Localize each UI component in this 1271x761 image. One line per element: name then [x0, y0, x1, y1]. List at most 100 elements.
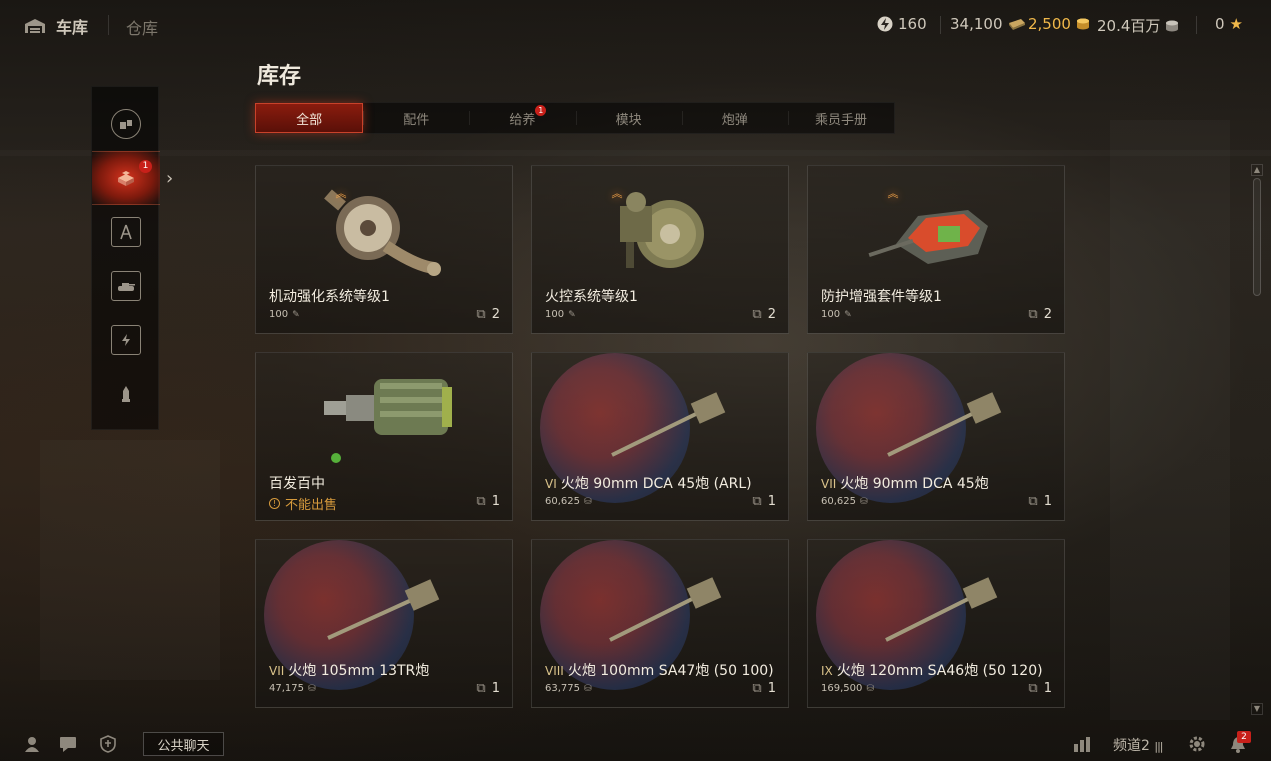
inventory-card[interactable]: VII 火炮 105mm 13TR炮 47,175 ⛁ ⧉ 1 — [255, 539, 513, 708]
tab-badge: 1 — [535, 105, 547, 116]
item-name: 防护增强套件等级1 — [821, 289, 942, 305]
inventory-card[interactable]: ︽ 防护增强套件等级1 100 ✎ ⧉ 2 — [807, 165, 1065, 334]
inventory-card[interactable]: VII 火炮 90mm DCA 45炮 60,625 ⛁ ⧉ 1 — [807, 352, 1065, 521]
nav-depot[interactable]: 仓库 — [126, 15, 158, 39]
tab-all[interactable]: 全部 — [255, 103, 364, 133]
chat-icon[interactable] — [59, 735, 77, 753]
stack-icon: ⧉ — [752, 681, 762, 696]
inventory-card[interactable]: ︽ 机动强化系统等级1 100 ✎ ⧉ 2 — [255, 165, 513, 334]
scroll-up-button[interactable]: ▲ — [1251, 164, 1263, 176]
item-image: ︽ — [808, 166, 1064, 296]
item-image — [256, 540, 512, 690]
item-image — [808, 353, 1064, 503]
stars[interactable]: 0 ★ — [1215, 15, 1243, 33]
inventory-crate-icon — [111, 163, 141, 193]
gun-icon — [327, 579, 440, 640]
tab-label: 全部 — [296, 112, 323, 128]
stack-icon: ⧉ — [1028, 494, 1038, 509]
item-price: 100 ✎ — [545, 309, 576, 320]
notification-badge: 2 — [1237, 731, 1251, 743]
item-image: ︽ — [256, 166, 512, 296]
item-price-value: 60,625 — [821, 496, 856, 507]
free-xp-value: 160 — [898, 15, 927, 33]
item-name: VII 火炮 105mm 13TR炮 — [269, 660, 429, 680]
settings-gear-icon[interactable] — [1188, 735, 1206, 753]
stack-icon: ⧉ — [476, 307, 486, 322]
sidebar-item-skills[interactable] — [92, 313, 160, 367]
credits-icon: ⛁ — [584, 496, 592, 507]
public-chat-button[interactable]: 公共聊天 — [143, 732, 224, 756]
sidebar-item-crew[interactable] — [92, 205, 160, 259]
consumables-icon — [111, 109, 141, 139]
item-tier: VI — [545, 477, 557, 491]
gold-value: 2,500 — [1028, 15, 1071, 33]
stats-icon[interactable] — [1073, 735, 1091, 753]
background-beam — [1110, 120, 1230, 720]
server-channel-label: 频道2 — [1113, 738, 1150, 754]
inventory-card[interactable]: 百发百中 ! 不能出售 ⧉ 1 — [255, 352, 513, 521]
clan-shield-icon[interactable] — [99, 735, 117, 753]
stack-icon: ⧉ — [1028, 307, 1038, 322]
top-bar: 车库 仓库 160 34,100 2,500 20.4百万 0 ★ — [0, 0, 1271, 52]
currency-icon: ✎ — [292, 309, 300, 320]
item-count-value: 1 — [1043, 494, 1052, 509]
sidebar-item-vehicles[interactable] — [92, 259, 160, 313]
item-name: 机动强化系统等级1 — [269, 289, 390, 305]
item-name: VI 火炮 90mm DCA 45炮 (ARL) — [545, 473, 752, 493]
turbo-icon — [324, 189, 441, 276]
tab-modules[interactable]: 模块 — [575, 103, 682, 133]
item-name: 百发百中 — [269, 476, 325, 492]
bonds-icon — [1008, 19, 1025, 30]
inventory-card[interactable]: VIII 火炮 100mm SA47炮 (50 100) 63,775 ⛁ ⧉ 1 — [531, 539, 789, 708]
stack-icon: ⧉ — [752, 494, 762, 509]
item-name: 火控系统等级1 — [545, 289, 638, 305]
credits-a[interactable]: 34,100 — [950, 15, 1026, 33]
item-price: 63,775 ⛁ — [545, 683, 592, 694]
item-count-value: 1 — [767, 494, 776, 509]
item-price: 100 ✎ — [821, 309, 852, 320]
credits-b-value: 20.4百万 — [1097, 17, 1161, 35]
inventory-card[interactable]: ︽ 火控系统等级1 100 ✎ ⧉ 2 — [531, 165, 789, 334]
item-price: 60,625 ⛁ — [545, 496, 592, 507]
item-name: VIII 火炮 100mm SA47炮 (50 100) — [545, 660, 774, 680]
tab-shells[interactable]: 炮弹 — [681, 103, 788, 133]
nav-garage[interactable]: 车库 — [24, 14, 88, 38]
sidebar-item-consumables[interactable] — [92, 97, 160, 151]
gold-coin-icon — [1076, 18, 1089, 30]
sidebar: 1 — [91, 86, 160, 430]
sidebar-item-inventory[interactable]: 1 — [92, 151, 160, 205]
scroll-down-button[interactable]: ▼ — [1251, 703, 1263, 715]
stars-value: 0 — [1215, 15, 1225, 33]
currency-icon: ✎ — [844, 309, 852, 320]
tab-label: 给养 — [509, 112, 536, 128]
sidebar-item-shells[interactable] — [92, 367, 160, 421]
item-image — [532, 540, 788, 690]
item-price-value: 47,175 — [269, 683, 304, 694]
item-price: 60,625 ⛁ — [821, 496, 868, 507]
warning-icon: ! — [269, 498, 280, 509]
item-price-value: 169,500 — [821, 683, 863, 694]
item-title: 火炮 90mm DCA 45炮 — [840, 476, 989, 492]
scrollbar-thumb[interactable] — [1253, 178, 1261, 296]
contacts-icon[interactable] — [23, 735, 41, 753]
compass-icon — [111, 217, 141, 247]
item-count: ⧉ 1 — [752, 494, 776, 509]
inventory-card[interactable]: IX 火炮 120mm SA46炮 (50 120) 169,500 ⛁ ⧉ 1 — [807, 539, 1065, 708]
tab-crew-books[interactable]: 乘员手册 — [787, 103, 894, 133]
not-sellable-warning: ! 不能出售 — [269, 494, 337, 513]
stack-icon: ⧉ — [1028, 681, 1038, 696]
item-count: ⧉ 1 — [1028, 494, 1052, 509]
free-xp[interactable]: 160 — [877, 15, 927, 33]
item-title: 火炮 105mm 13TR炮 — [288, 663, 430, 679]
credits-icon: ⛁ — [308, 683, 316, 694]
credits-b[interactable]: 20.4百万 — [1097, 15, 1179, 36]
item-count: ⧉ 1 — [476, 494, 500, 509]
item-image — [532, 353, 788, 503]
sidebar-expand-icon[interactable]: › — [166, 168, 173, 189]
tab-supplies[interactable]: 给养 1 — [469, 103, 575, 133]
item-title: 火炮 90mm DCA 45炮 (ARL) — [560, 476, 752, 492]
server-channel[interactable]: 频道2 ||| — [1113, 735, 1164, 755]
inventory-card[interactable]: VI 火炮 90mm DCA 45炮 (ARL) 60,625 ⛁ ⧉ 1 — [531, 352, 789, 521]
gold[interactable]: 2,500 — [1028, 15, 1090, 33]
tab-equipment[interactable]: 配件 — [363, 103, 469, 133]
